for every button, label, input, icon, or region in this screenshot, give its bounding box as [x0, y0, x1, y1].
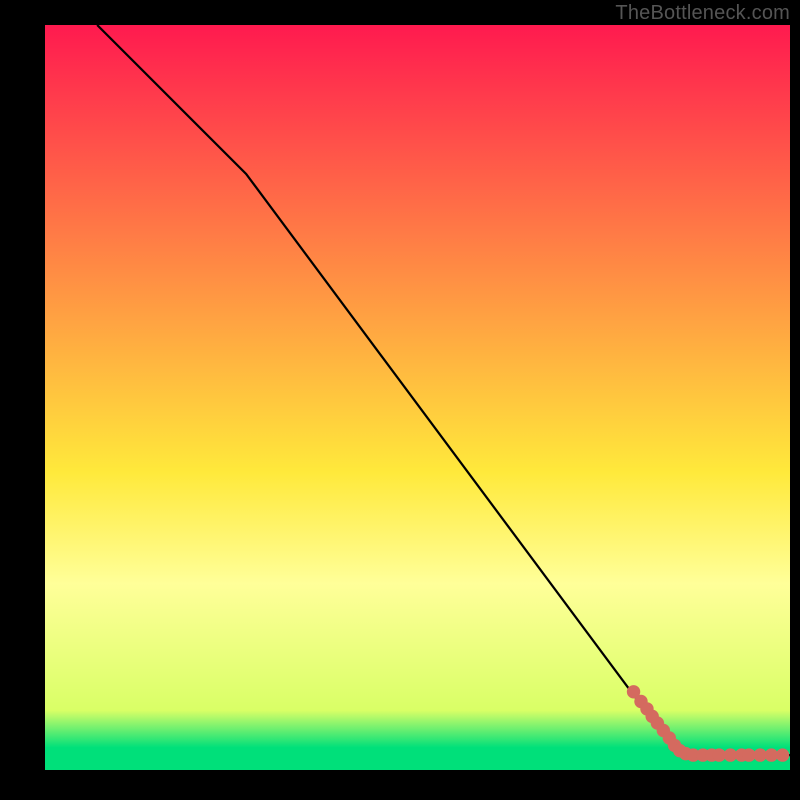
- chart-frame: TheBottleneck.com: [0, 0, 800, 800]
- plot-area: [45, 25, 790, 770]
- watermark-text: TheBottleneck.com: [615, 2, 790, 25]
- plot-svg: [45, 25, 790, 770]
- data-point: [776, 748, 789, 761]
- gradient-background: [45, 25, 790, 770]
